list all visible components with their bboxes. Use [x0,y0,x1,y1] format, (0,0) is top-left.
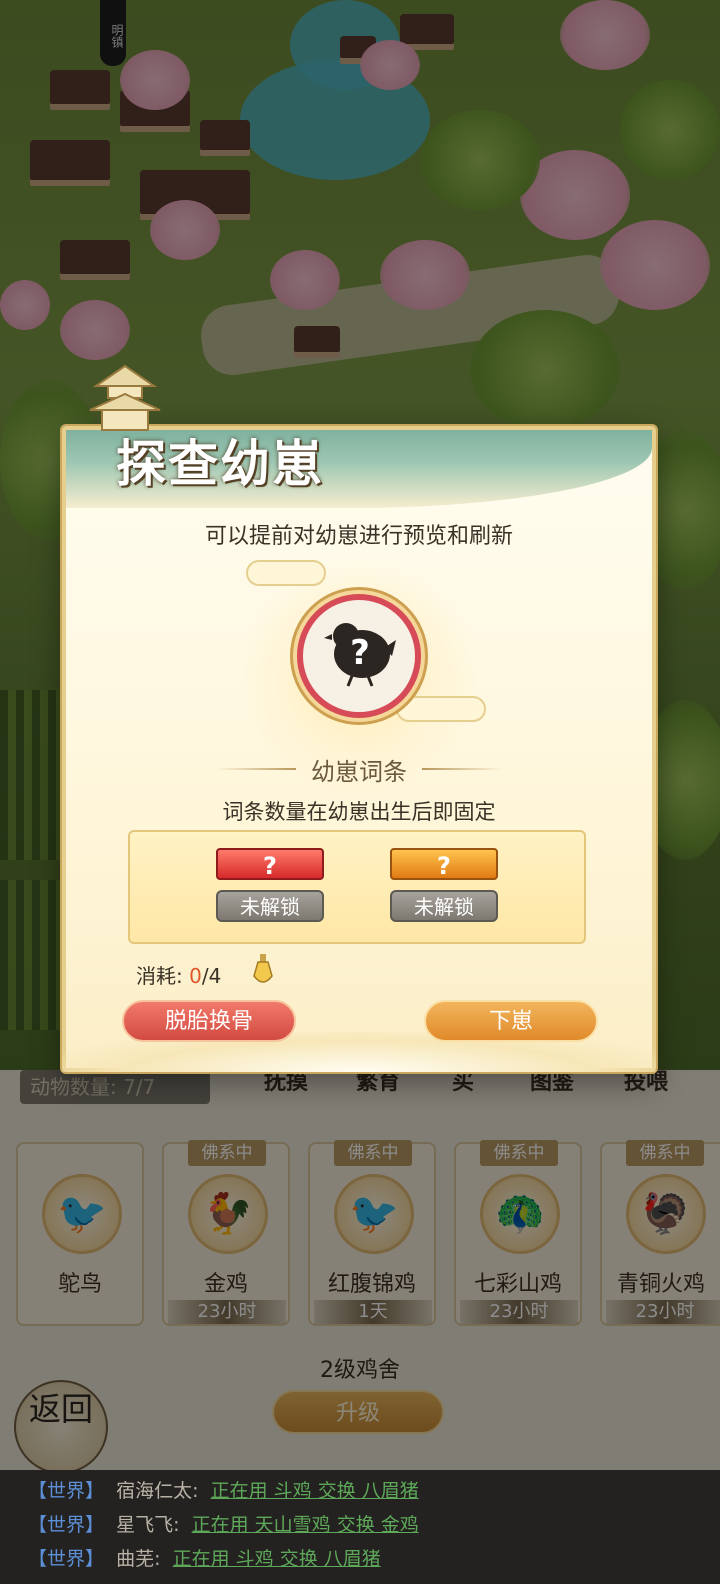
cloud-icon [396,696,486,722]
question-mark: ? [350,633,370,673]
cost-label: 消耗: [136,964,183,988]
cost-total: /4 [201,964,222,988]
trait-slot-2: ? [390,848,498,880]
chat-channel: 【世界】 [28,1480,105,1502]
reroll-button[interactable]: 脱胎换骨 [122,1000,296,1042]
trait-lock-button-2[interactable]: 未解锁 [390,890,498,922]
trait-lock-button-1[interactable]: 未解锁 [216,890,324,922]
dialog-subtitle: 可以提前对幼崽进行预览和刷新 [204,524,513,549]
chat-user: 曲芜: [116,1548,161,1570]
chat-channel: 【世界】 [28,1548,105,1570]
chat-message-link[interactable]: 正在用 斗鸡 交换 八眉猪 [211,1480,419,1502]
cloud-icon [246,560,326,586]
chat-user: 星飞飞: [116,1514,180,1536]
hatch-button[interactable]: 下崽 [424,1000,598,1042]
mystery-chick-icon: ? [324,623,396,687]
chat-line: 【世界】 宿海仁太: 正在用 斗鸡 交换 八眉猪 [28,1476,419,1503]
chat-message-link[interactable]: 正在用 斗鸡 交换 八眉猪 [173,1548,381,1570]
explore-chick-dialog: 探查幼崽 可以提前对幼崽进行预览和刷新 ? 幼崽词条 词条数量在幼崽出生后即固定… [62,364,656,1072]
cost-row: 消耗: 0/4 [136,960,221,989]
world-chat[interactable]: 【世界】 宿海仁太: 正在用 斗鸡 交换 八眉猪 【世界】 星飞飞: 正在用 天… [0,1470,720,1584]
trait-slot-1: ? [216,848,324,880]
cost-current: 0 [189,964,202,988]
chat-message-link[interactable]: 正在用 天山雪鸡 交换 金鸡 [192,1514,419,1536]
chat-line: 【世界】 星飞飞: 正在用 天山雪鸡 交换 金鸡 [28,1510,419,1537]
chat-user: 宿海仁太: [116,1480,199,1502]
section-title: 幼崽词条 [311,758,407,786]
chat-line: 【世界】 曲芜: 正在用 斗鸡 交换 八眉猪 [28,1544,381,1571]
traits-box: ? 未解锁 ? 未解锁 [128,830,586,944]
dialog-title: 探查幼崽 [116,434,324,493]
section-description: 词条数量在幼崽出生后即固定 [222,800,496,824]
potion-bottle-icon [253,954,273,983]
chat-channel: 【世界】 [28,1514,105,1536]
